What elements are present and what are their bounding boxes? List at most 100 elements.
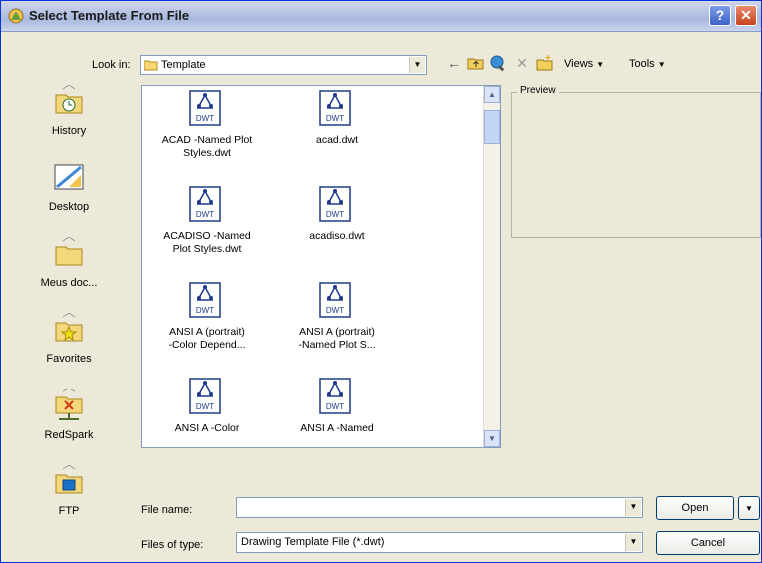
place-label: FTP (58, 505, 80, 517)
dwt-file-icon: DWT (319, 186, 351, 222)
preview-label: Preview (517, 85, 559, 96)
tools-menu[interactable]: Tools ▼ (629, 58, 666, 70)
ftp-folder-icon (55, 465, 83, 494)
chevron-down-icon[interactable]: ▼ (625, 534, 641, 551)
delete-icon[interactable]: ✕ (513, 54, 531, 72)
filetype-value: Drawing Template File (*.dwt) (241, 536, 385, 548)
place-favorites[interactable]: Favorites (9, 313, 129, 389)
chevron-down-icon[interactable]: ▼ (409, 57, 425, 73)
cancel-button[interactable]: Cancel (656, 531, 760, 555)
open-button[interactable]: Open (656, 496, 734, 520)
file-item[interactable]: DWT ANSI A -Color (142, 374, 272, 447)
title-bar[interactable]: Select Template From File ? ✕ (1, 1, 761, 32)
chevron-down-icon: ▼ (745, 504, 753, 513)
new-folder-icon[interactable] (536, 54, 554, 72)
place-history[interactable]: History (9, 85, 129, 161)
cancel-label: Cancel (690, 537, 726, 549)
lookin-combo[interactable]: Template ▼ (140, 55, 427, 75)
file-item[interactable]: DWT ANSI A -Named (272, 374, 402, 447)
views-label: Views (564, 58, 594, 70)
file-label: ANSI A (portrait) -Named Plot S... (272, 326, 402, 352)
scroll-up-button[interactable]: ▲ (484, 86, 500, 103)
place-label: Desktop (48, 201, 90, 213)
file-item[interactable]: DWT acad.dwt (272, 86, 402, 182)
views-menu[interactable]: Views ▼ (564, 58, 604, 70)
place-ftp[interactable]: FTP (9, 465, 129, 541)
file-name-line1: acad.dwt (315, 134, 359, 146)
place-redspark[interactable]: RedSpark (9, 389, 129, 465)
dwt-file-icon: DWT (189, 186, 221, 222)
file-label: ACAD -Named Plot Styles.dwt (142, 134, 272, 160)
app-icon (8, 8, 24, 24)
network-folder-icon (55, 389, 83, 420)
file-label: ANSI A -Color (142, 422, 272, 435)
dwt-badge-text: DWT (196, 402, 214, 411)
history-icon (55, 85, 83, 114)
file-name-line1: ANSI A -Color (174, 422, 240, 434)
back-icon[interactable]: ← (445, 54, 463, 72)
file-label: acad.dwt (272, 134, 402, 147)
dwt-file-icon: DWT (189, 378, 221, 414)
help-button[interactable]: ? (709, 5, 731, 26)
lookin-value: Template (161, 59, 206, 71)
dwt-badge-text: DWT (196, 306, 214, 315)
file-name-line1: ANSI A (portrait) (299, 326, 375, 338)
folder-icon (144, 60, 158, 71)
lookin-label: Look in: (92, 59, 131, 71)
window-title: Select Template From File (29, 8, 190, 23)
up-folder-icon[interactable] (467, 54, 485, 72)
file-name-line2: Plot Styles.dwt (172, 243, 242, 255)
open-label: Open (681, 502, 709, 514)
file-name-line2: Styles.dwt (183, 147, 231, 159)
file-label: ANSI A -Named (272, 422, 402, 435)
dwt-badge-text: DWT (326, 306, 344, 315)
filetype-label: Files of type: (141, 539, 204, 551)
place-label: RedSpark (44, 429, 94, 441)
dwt-badge-text: DWT (326, 402, 344, 411)
file-label: ACADISO -Named Plot Styles.dwt (142, 230, 272, 256)
chevron-down-icon[interactable]: ▼ (625, 499, 641, 516)
favorites-icon (55, 313, 83, 342)
filetype-select[interactable]: Drawing Template File (*.dwt) ▼ (236, 532, 643, 553)
dwt-file-icon: DWT (319, 378, 351, 414)
file-name-line2: -Named Plot S... (298, 339, 376, 351)
file-item[interactable]: DWT ACADISO -Named Plot Styles.dwt (142, 182, 272, 278)
filename-label: File name: (141, 504, 193, 516)
dwt-badge-text: DWT (196, 114, 214, 123)
file-name-line2: -Color Depend... (168, 339, 246, 351)
dwt-badge-text: DWT (196, 210, 214, 219)
file-item[interactable]: DWT ACAD -Named Plot Styles.dwt (142, 86, 272, 182)
file-list[interactable]: DWT ACAD -Named Plot Styles.dwt DWT acad.dwt… (141, 85, 501, 448)
dwt-file-icon: DWT (319, 282, 351, 318)
place-label: Meus doc... (40, 277, 98, 289)
filename-field[interactable]: ▼ (236, 497, 643, 518)
close-button[interactable]: ✕ (735, 5, 757, 26)
file-item[interactable]: DWT acadiso.dwt (272, 182, 402, 278)
scroll-thumb[interactable] (484, 110, 500, 144)
file-name-line1: ANSI A (portrait) (169, 326, 245, 338)
dwt-badge-text: DWT (326, 114, 344, 123)
file-item[interactable]: DWT ANSI A (portrait) -Named Plot S... (272, 278, 402, 374)
file-label: ANSI A (portrait) -Color Depend... (142, 326, 272, 352)
place-my-documents[interactable]: Meus doc... (9, 237, 129, 313)
place-label: History (51, 125, 87, 137)
dwt-file-icon: DWT (189, 90, 221, 126)
search-web-icon[interactable] (489, 54, 507, 72)
dwt-file-icon: DWT (319, 90, 351, 126)
dwt-file-icon: DWT (189, 282, 221, 318)
place-desktop[interactable]: Desktop (9, 161, 129, 237)
file-name-line1: ACAD -Named Plot (161, 134, 253, 146)
dialog-window: Select Template From File ? ✕ Look in: T… (0, 0, 762, 563)
scroll-down-button[interactable]: ▼ (484, 430, 500, 447)
tools-label: Tools (629, 58, 655, 70)
vertical-scrollbar[interactable]: ▲ ▼ (483, 86, 500, 447)
places-bar: History Desktop Meus doc... Favorites Re… (9, 85, 129, 555)
dwt-badge-text: DWT (326, 210, 344, 219)
open-options-button[interactable]: ▼ (738, 496, 760, 520)
place-label: Favorites (46, 353, 92, 365)
desktop-icon (54, 164, 84, 190)
file-name-line1: acadiso.dwt (309, 230, 365, 242)
file-label: acadiso.dwt (272, 230, 402, 243)
file-name-line1: ANSI A -Named (300, 422, 374, 434)
file-item[interactable]: DWT ANSI A (portrait) -Color Depend... (142, 278, 272, 374)
